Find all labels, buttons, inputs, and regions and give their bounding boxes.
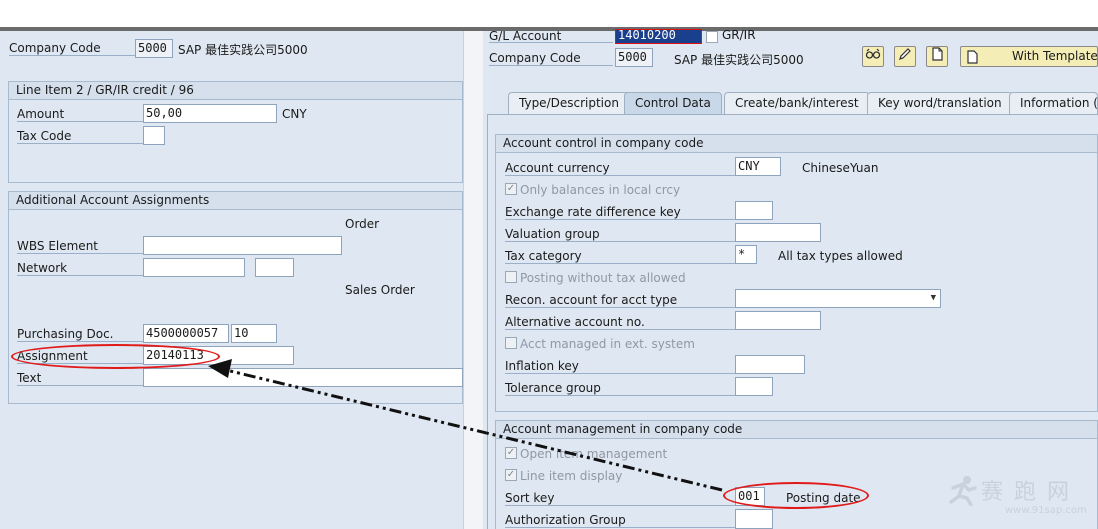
annotation-arrow xyxy=(208,359,723,492)
watermark-chars: 赛 跑 网 xyxy=(981,480,1071,505)
runner-logo-icon xyxy=(949,476,977,506)
watermark: 赛 跑 网 www.91sap.com xyxy=(945,472,1095,522)
annotation-arrow-line xyxy=(221,367,723,492)
watermark-url: www.91sap.com xyxy=(1005,505,1087,516)
annotation-arrow-head xyxy=(208,359,232,378)
